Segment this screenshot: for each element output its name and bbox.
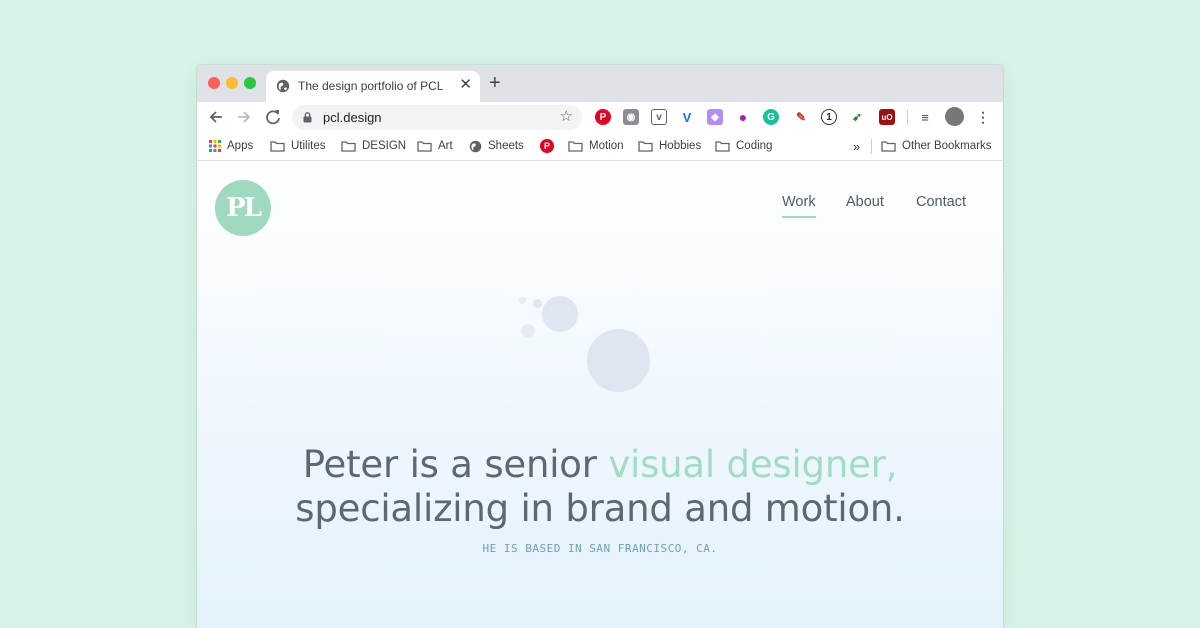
globe-icon <box>276 79 290 93</box>
reload-icon[interactable] <box>263 107 283 127</box>
folder-icon <box>270 141 285 152</box>
folder-icon <box>638 141 653 152</box>
bookmark-label: Art <box>438 140 453 152</box>
bookmarks-overflow-button[interactable]: » <box>853 138 860 154</box>
close-window-button[interactable] <box>208 77 220 89</box>
bookmark-label: DESIGN <box>362 140 407 152</box>
bookmark-label: Sheets <box>488 140 524 152</box>
tab-active[interactable]: The design portfolio of PCL ✕ <box>266 71 480 102</box>
url-text: pcl.design <box>323 110 382 125</box>
headline-line-2: specializing in brand and motion. <box>197 487 1003 530</box>
tab-bar: The design portfolio of PCL ✕ + <box>197 65 1003 102</box>
folder-icon <box>417 141 432 152</box>
menu-kebab-icon[interactable]: ⋮ <box>975 109 991 125</box>
headline-accent: visual designer, <box>608 443 898 486</box>
decorative-bubble <box>519 297 526 304</box>
decorative-bubble <box>542 296 578 332</box>
bookmark-apps[interactable]: Apps <box>209 138 253 154</box>
overflow-chevron-icon: » <box>853 138 861 154</box>
back-arrow-icon[interactable] <box>206 107 226 127</box>
leaf-extension-icon[interactable]: ➶ <box>849 109 865 125</box>
location-subline: HE IS BASED IN SAN FRANCISCO, CA. <box>482 542 718 555</box>
bookmark-label: Utilites <box>291 140 326 152</box>
ublock-extension-icon[interactable]: uO <box>879 109 895 125</box>
profile-avatar[interactable] <box>945 107 964 126</box>
pinterest-extension-icon[interactable]: P <box>595 109 611 125</box>
bookmark-label: Other Bookmarks <box>902 140 992 152</box>
zoom-window-button[interactable] <box>244 77 256 89</box>
close-tab-icon[interactable]: ✕ <box>459 77 472 93</box>
nav-link-about[interactable]: About <box>846 194 884 210</box>
folder-icon <box>715 141 730 152</box>
bookmark-pinterest[interactable]: P <box>540 138 554 154</box>
bookmark-folder-utilites[interactable]: Utilites <box>270 138 326 154</box>
nav-link-contact[interactable]: Contact <box>916 194 966 210</box>
nav-link-work[interactable]: Work <box>782 194 816 218</box>
vimeo-extension-icon[interactable]: V <box>679 109 695 125</box>
grammarly-extension-icon[interactable]: G <box>763 109 779 125</box>
folder-icon <box>568 141 583 152</box>
bookmark-folder-coding[interactable]: Coding <box>715 138 772 154</box>
bookmark-folder-design[interactable]: DESIGN <box>341 138 406 154</box>
globe-icon <box>469 140 482 152</box>
headline-line-1: Peter is a senior visual designer, <box>197 443 1003 486</box>
clip-extension-icon[interactable]: ◆ <box>707 109 723 125</box>
bookmark-sheets[interactable]: Sheets <box>469 138 524 154</box>
bookmarks-divider <box>871 139 872 154</box>
logo-text: PL <box>226 193 262 223</box>
bookmark-star-icon[interactable]: ☆ <box>560 108 573 126</box>
dots-extension-icon[interactable]: ● <box>735 109 751 125</box>
pocket-extension-icon[interactable]: v <box>651 109 667 125</box>
pinterest-icon: P <box>540 139 554 153</box>
bookmark-folder-other[interactable]: Other Bookmarks <box>881 138 991 154</box>
headline-text: specializing in brand and motion. <box>295 487 905 530</box>
apps-grid-icon <box>209 140 221 152</box>
playlist-icon[interactable]: ≡ <box>917 109 933 125</box>
folder-icon <box>341 141 356 152</box>
decorative-bubble <box>533 299 542 308</box>
toolbar-divider <box>907 110 908 125</box>
new-tab-button[interactable]: + <box>489 73 501 93</box>
bookmark-label: Hobbies <box>659 140 702 152</box>
site-logo[interactable]: PL <box>215 180 271 236</box>
bookmark-folder-hobbies[interactable]: Hobbies <box>638 138 701 154</box>
bookmark-label: Coding <box>736 140 773 152</box>
decorative-bubble <box>521 324 535 338</box>
page-content: PL Work About Contact Peter is a senior … <box>197 161 1003 628</box>
lock-icon <box>303 112 312 123</box>
bookmark-label: Apps <box>227 140 254 152</box>
toolbar: pcl.design ☆ P ◉ v V ◆ ● G ✎ 1 ➶ uO ≡ ⋮ <box>197 102 1003 132</box>
bookmarks-bar: Apps Utilites DESIGN Art Sheets P Motion <box>197 132 1003 161</box>
tab-title: The design portfolio of PCL <box>298 79 444 93</box>
eyedropper-extension-icon[interactable]: ✎ <box>793 109 809 125</box>
bookmark-folder-motion[interactable]: Motion <box>568 138 624 154</box>
address-bar[interactable]: pcl.design ☆ <box>292 105 582 130</box>
bookmark-folder-art[interactable]: Art <box>417 138 453 154</box>
folder-icon <box>881 141 896 152</box>
onepassword-extension-icon[interactable]: 1 <box>821 109 837 125</box>
bookmark-label: Motion <box>589 140 624 152</box>
headline-text: Peter is a senior <box>302 443 609 486</box>
minimize-window-button[interactable] <box>226 77 238 89</box>
forward-arrow-icon[interactable] <box>234 107 254 127</box>
decorative-bubble <box>587 329 650 392</box>
camera-extension-icon[interactable]: ◉ <box>623 109 639 125</box>
browser-window: The design portfolio of PCL ✕ + pcl.desi… <box>197 65 1003 628</box>
